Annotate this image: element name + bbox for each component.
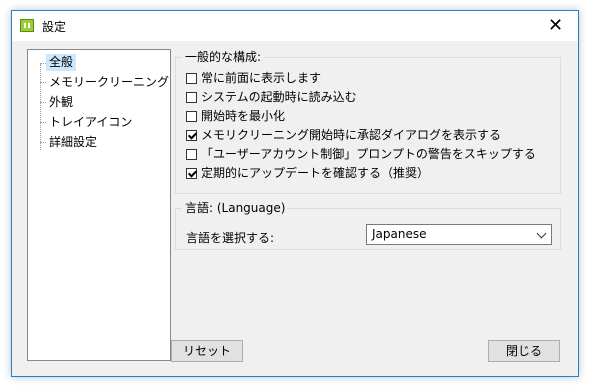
tree-item-tray-icon[interactable]: トレイアイコン: [46, 114, 135, 131]
option-confirm-dialog[interactable]: メモリクリーニング開始時に承認ダイアログを表示する: [186, 127, 501, 143]
tree-item-advanced[interactable]: 詳細設定: [46, 134, 100, 151]
language-group: 言語: (Language) 言語を選択する: Japanese: [175, 201, 561, 250]
chevron-down-icon: [536, 228, 547, 239]
title-bar: 設定 ✕: [12, 11, 578, 41]
option-skip-uac-warning[interactable]: 「ユーザーアカウント制御」プロンプトの警告をスキップする: [186, 146, 536, 162]
close-button[interactable]: 閉じる: [488, 340, 560, 362]
checkbox-checked[interactable]: [186, 130, 197, 141]
option-always-on-top[interactable]: 常に前面に表示します: [186, 70, 321, 86]
tree-item-appearance[interactable]: 外観: [46, 94, 76, 111]
checkbox[interactable]: [186, 149, 197, 160]
checkbox[interactable]: [186, 92, 197, 103]
settings-window: 設定 ✕ 全般 メモリークリーニング 外観 トレイアイコン 詳細設定 一般的な構…: [11, 10, 579, 377]
close-icon[interactable]: ✕: [533, 11, 578, 41]
language-group-title: 言語: (Language): [182, 201, 289, 216]
general-group: 一般的な構成: 常に前面に表示します システムの起動時に読み込む 開始時を最小化…: [175, 50, 561, 194]
option-start-minimized[interactable]: 開始時を最小化: [186, 108, 285, 124]
checkbox[interactable]: [186, 111, 197, 122]
settings-tree[interactable]: 全般 メモリークリーニング 外観 トレイアイコン 詳細設定: [27, 49, 171, 361]
app-icon: [20, 19, 34, 32]
reset-button[interactable]: リセット: [171, 340, 243, 362]
tree-item-general[interactable]: 全般: [46, 54, 77, 71]
tree-item-memory-cleaning[interactable]: メモリークリーニング: [46, 74, 172, 91]
checkbox-checked[interactable]: [186, 168, 197, 179]
language-label: 言語を選択する:: [186, 231, 275, 245]
tree-connector: [40, 64, 41, 150]
checkbox[interactable]: [186, 73, 197, 84]
language-select[interactable]: Japanese: [366, 224, 552, 245]
language-select-value: Japanese: [372, 227, 427, 241]
window-title: 設定: [42, 20, 67, 34]
option-load-at-startup[interactable]: システムの起動時に読み込む: [186, 89, 357, 105]
general-group-title: 一般的な構成:: [182, 50, 265, 65]
option-check-updates[interactable]: 定期的にアップデートを確認する（推奨）: [186, 165, 429, 181]
